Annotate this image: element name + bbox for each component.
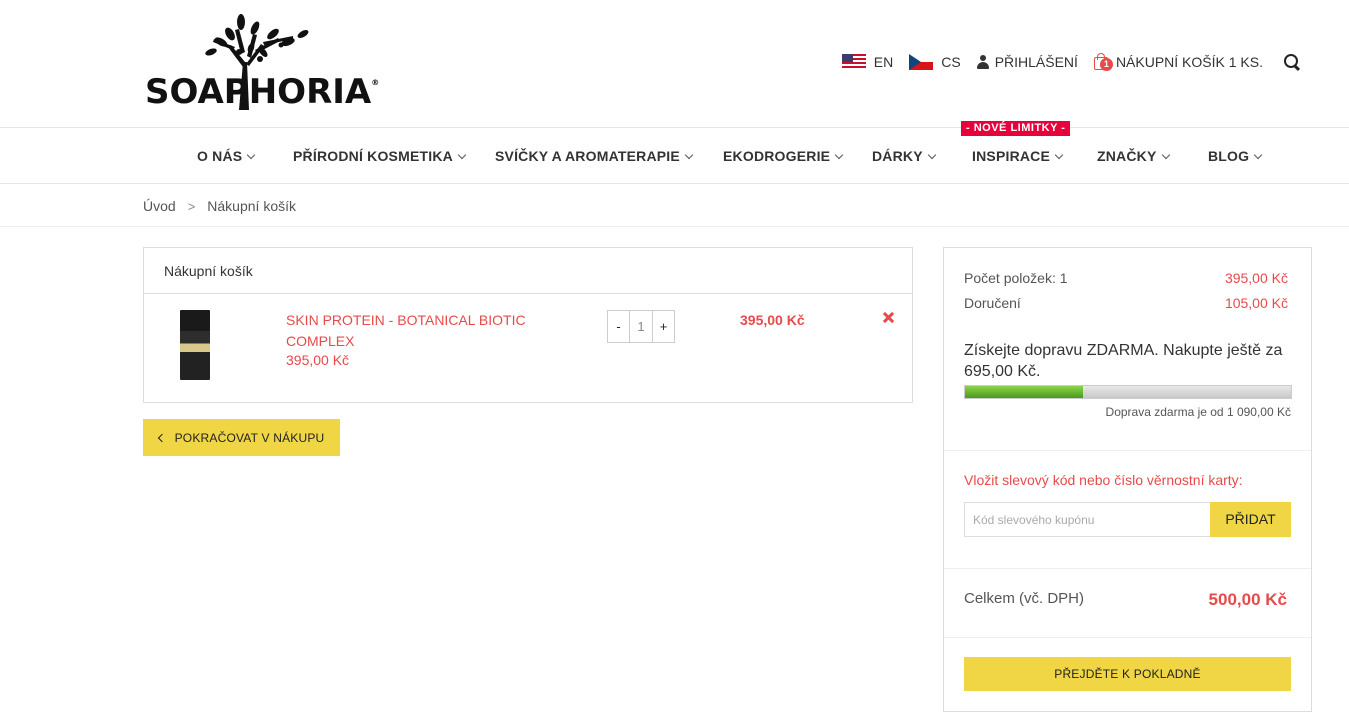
product-name-link[interactable]: SKIN PROTEIN - BOTANICAL BIOTIC COMPLEX	[286, 310, 546, 352]
quantity-stepper: - 1 +	[607, 310, 675, 343]
summary-items-row: Počet položek: 1 395,00 Kč	[964, 270, 1288, 286]
login-label: PŘIHLÁŠENÍ	[994, 54, 1078, 70]
nav-item-prirodni-kosmetika[interactable]: PŘÍRODNÍ KOSMETIKA	[293, 148, 467, 164]
nav-item-blog[interactable]: BLOG	[1208, 148, 1263, 164]
breadcrumb: Úvod > Nákupní košík	[143, 198, 296, 214]
nav-item-svicky[interactable]: SVÍČKY A AROMATERAPIE	[495, 148, 694, 164]
header-top-links: EN CS PŘIHLÁŠENÍ 1 NÁKUPNÍ KOŠÍK 1 KS.	[826, 50, 1301, 74]
free-shipping-threshold-note: Doprava zdarma je od 1 090,00 Kč	[1105, 405, 1291, 419]
items-subtotal: 395,00 Kč	[1224, 270, 1288, 286]
logo-wordmark: SOAPHORIA®	[145, 72, 380, 112]
nav-item-o-nas[interactable]: O NÁS	[197, 148, 256, 164]
chevron-down-icon	[834, 150, 844, 160]
chevron-down-icon	[247, 150, 256, 160]
czech-flag-icon	[909, 54, 934, 70]
coupon-code-input[interactable]	[964, 502, 1211, 537]
nav-item-ekodrogerie[interactable]: EKODROGERIE	[723, 148, 844, 164]
coupon-label: Vložit slevový kód nebo číslo věrnostní …	[964, 472, 1243, 488]
main-navigation: O NÁS PŘÍRODNÍ KOSMETIKA SVÍČKY A AROMAT…	[0, 128, 1349, 184]
new-limited-badge[interactable]: - NOVÉ LIMITKY -	[961, 121, 1071, 136]
cart-link[interactable]: 1 NÁKUPNÍ KOŠÍK 1 KS.	[1093, 53, 1263, 71]
progress-fill	[965, 386, 1083, 398]
product-image[interactable]	[180, 310, 210, 380]
divider	[944, 637, 1311, 638]
continue-shopping-label: POKRAČOVAT V NÁKUPU	[174, 430, 325, 445]
us-flag-icon	[841, 54, 866, 70]
chevron-left-icon	[157, 433, 166, 442]
summary-delivery-row: Doručení 105,00 Kč	[964, 295, 1288, 311]
breadcrumb-separator: >	[187, 198, 196, 214]
divider	[944, 450, 1311, 451]
delivery-price: 105,00 Kč	[1224, 295, 1288, 311]
breadcrumb-current: Nákupní košík	[207, 198, 296, 214]
items-count-label: Počet položek: 1	[964, 270, 1068, 286]
quantity-value[interactable]: 1	[629, 311, 653, 342]
cart-label: NÁKUPNÍ KOŠÍK 1 KS.	[1115, 54, 1263, 70]
chevron-down-icon	[1054, 150, 1064, 160]
quantity-decrease-button[interactable]: -	[608, 311, 629, 342]
total-value: 500,00 Kč	[1208, 590, 1287, 609]
cart-title: Nákupní košík	[144, 248, 912, 294]
divider	[944, 568, 1311, 569]
apply-coupon-button[interactable]: PŘIDAT	[1210, 502, 1291, 537]
language-en-link[interactable]: EN	[841, 54, 894, 70]
free-shipping-progress-bar	[964, 385, 1292, 399]
user-icon	[976, 55, 989, 69]
shopping-bag-icon: 1	[1093, 53, 1114, 71]
total-label: Celkem (vč. DPH)	[964, 590, 1085, 607]
language-cs-link[interactable]: CS	[909, 54, 961, 70]
nav-item-inspirace[interactable]: INSPIRACE	[972, 148, 1064, 164]
quantity-increase-button[interactable]: +	[653, 311, 674, 342]
breadcrumb-home-link[interactable]: Úvod	[143, 198, 176, 214]
order-summary: Počet položek: 1 395,00 Kč Doručení 105,…	[943, 247, 1312, 712]
language-cs-label: CS	[941, 54, 961, 70]
continue-shopping-button[interactable]: POKRAČOVAT V NÁKUPU	[143, 419, 340, 456]
divider	[0, 226, 1349, 227]
delivery-label: Doručení	[964, 295, 1021, 311]
product-line-total: 395,00 Kč	[740, 312, 805, 328]
chevron-down-icon	[1161, 150, 1170, 160]
checkout-button[interactable]: PŘEJDĚTE K POKLADNĚ	[964, 657, 1291, 691]
language-en-label: EN	[873, 54, 894, 70]
chevron-down-icon	[1254, 150, 1263, 160]
search-icon[interactable]	[1283, 53, 1301, 71]
cart-count-badge: 1	[1099, 58, 1113, 71]
free-shipping-message: Získejte dopravu ZDARMA. Nakupte ještě z…	[964, 342, 1283, 380]
chevron-down-icon	[927, 150, 937, 160]
product-unit-price: 395,00 Kč	[286, 352, 350, 368]
chevron-down-icon	[684, 150, 694, 160]
nav-item-darky[interactable]: DÁRKY	[872, 148, 937, 164]
cart-panel: Nákupní košík SKIN PROTEIN - BOTANICAL B…	[143, 247, 913, 403]
remove-item-icon[interactable]	[882, 311, 896, 325]
chevron-down-icon	[457, 150, 467, 160]
soaphoria-logo[interactable]: SOAPHORIA®	[143, 12, 379, 112]
site-header: SOAPHORIA® EN CS PŘIHLÁŠENÍ 1 NÁKUPNÍ KO…	[0, 0, 1349, 128]
login-link[interactable]: PŘIHLÁŠENÍ	[976, 54, 1078, 70]
nav-item-znacky[interactable]: ZNAČKY	[1097, 148, 1170, 164]
